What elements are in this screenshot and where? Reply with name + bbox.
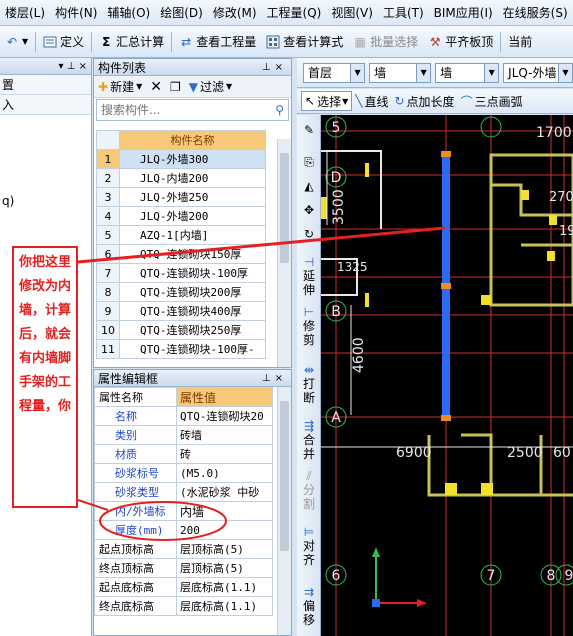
annotation-text: 你把这里修改为内墙，计算后，就会有内墙脚手架的工程量，你 xyxy=(18,255,71,414)
annotation-pointer-line xyxy=(77,499,109,511)
annotation-ellipse xyxy=(99,501,227,541)
annotation-overlay xyxy=(77,226,446,541)
annotation-callout: 你把这里修改为内墙，计算后，就会有内墙脚手架的工程量，你 xyxy=(12,246,78,508)
annotation-arrow-line xyxy=(77,226,446,264)
